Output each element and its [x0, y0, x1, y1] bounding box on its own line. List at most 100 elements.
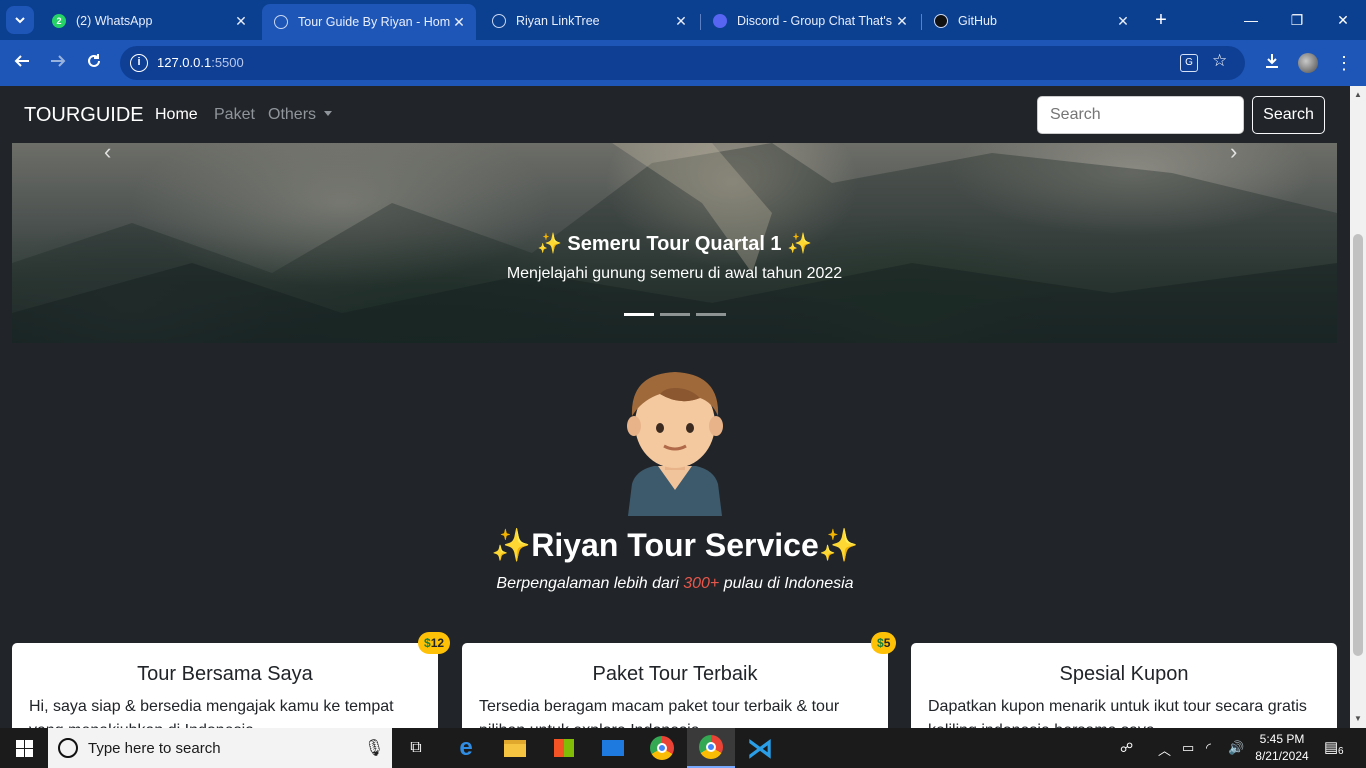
chrome-profile-icon — [699, 735, 723, 759]
subtitle-text: Berpengalaman lebih dari — [496, 575, 684, 592]
tab-search-dropdown-button[interactable] — [6, 6, 34, 34]
scroll-down-arrow-icon[interactable]: ▼ — [1353, 714, 1363, 723]
address-bar[interactable]: i 127.0.0.1:5500 G ☆ — [120, 46, 1245, 80]
translate-icon[interactable]: G — [1180, 54, 1198, 72]
restore-button[interactable]: ❐ — [1282, 8, 1312, 32]
nav-link-home[interactable]: Home — [155, 106, 198, 124]
carousel-caption-title: ✨ Semeru Tour Quartal 1 ✨ — [536, 233, 813, 255]
battery-icon[interactable]: ▭ — [1182, 740, 1194, 756]
arrow-right-icon — [51, 55, 66, 67]
nav-dropdown-label: Others — [268, 106, 317, 123]
wifi-icon[interactable]: ◜ — [1206, 740, 1211, 756]
taskbar-search-box[interactable]: Type here to search 🎙 — [48, 728, 392, 768]
close-window-button[interactable]: ✕ — [1328, 8, 1358, 32]
carousel-next-icon[interactable]: › — [1230, 143, 1237, 165]
taskbar-vscode[interactable]: ⋊ — [736, 728, 784, 768]
clock-date: 8/21/2024 — [1255, 749, 1309, 763]
more-vertical-icon: ⋮ — [1335, 53, 1353, 73]
new-tab-button[interactable]: + — [1150, 8, 1172, 32]
close-tab-icon[interactable]: ✕ — [893, 13, 911, 30]
arrow-left-icon — [14, 55, 29, 67]
carousel-indicator-2[interactable] — [660, 313, 690, 316]
mail-icon — [602, 740, 624, 756]
card-spesial-kupon[interactable]: Spesial Kupon Dapatkan kupon menarik unt… — [911, 643, 1337, 728]
chrome-icon — [650, 736, 674, 760]
tab-linktree[interactable]: Riyan LinkTree ✕ — [480, 6, 698, 36]
url-text[interactable]: 127.0.0.1:5500 — [157, 55, 244, 70]
microphone-icon[interactable]: 🎙 — [364, 738, 384, 758]
browser-tab-bar: 2 (2) WhatsApp ✕ Tour Guide By Riyan - H… — [0, 0, 1366, 40]
scroll-up-arrow-icon[interactable]: ▲ — [1353, 90, 1363, 99]
github-icon — [934, 14, 948, 28]
tab-discord[interactable]: Discord - Group Chat That's ✕ — [701, 6, 919, 36]
volume-icon[interactable]: 🔊 — [1228, 740, 1244, 756]
card-paket-tour[interactable]: $5 Paket Tour Terbaik Tersedia beragam m… — [462, 632, 897, 728]
carousel-prev-icon[interactable]: ‹ — [104, 143, 111, 165]
back-button[interactable] — [10, 51, 34, 75]
downloads-button[interactable] — [1260, 51, 1284, 75]
search-button[interactable]: Search — [1252, 96, 1325, 134]
taskbar-chrome-profile[interactable] — [687, 728, 735, 768]
scrollbar-thumb[interactable] — [1353, 234, 1363, 656]
tab-title: (2) WhatsApp — [76, 14, 153, 28]
nav-dropdown-others[interactable]: Others — [268, 106, 333, 124]
show-hidden-icons-icon[interactable]: ︿ — [1158, 740, 1171, 759]
reload-button[interactable] — [82, 51, 106, 75]
caret-down-icon — [324, 111, 333, 116]
taskbar-file-explorer[interactable] — [491, 728, 539, 768]
card-badge: $5 — [871, 632, 897, 654]
taskbar-chrome[interactable] — [638, 728, 686, 768]
notification-center-button[interactable]: ▤ 6 — [1324, 738, 1346, 758]
forward-button[interactable] — [46, 51, 70, 75]
edge-icon: e — [459, 734, 473, 761]
dollar-icon: $ — [424, 636, 431, 650]
carousel-indicator-3[interactable] — [696, 313, 726, 316]
people-icon[interactable]: ☍ — [1120, 740, 1133, 756]
taskbar-store[interactable] — [540, 728, 588, 768]
tab-github[interactable]: GitHub ✕ — [922, 6, 1140, 36]
close-tab-icon[interactable]: ✕ — [672, 13, 690, 30]
search-input[interactable] — [1037, 96, 1244, 134]
close-tab-icon[interactable]: ✕ — [232, 13, 250, 30]
card-text: Tersedia beragam macam paket tour terbai… — [479, 698, 840, 728]
taskbar-search-placeholder: Type here to search — [88, 740, 221, 757]
tour-guide-avatar — [627, 372, 723, 516]
taskbar-mail[interactable] — [589, 728, 637, 768]
chevron-down-icon — [15, 16, 25, 23]
avatar-icon — [1298, 53, 1318, 73]
browser-menu-button[interactable]: ⋮ — [1332, 51, 1356, 75]
windows-logo-icon — [15, 739, 33, 757]
browser-toolbar: i 127.0.0.1:5500 G ☆ ⋮ — [0, 40, 1366, 86]
site-navbar: TOURGUIDE Home Paket Others Search — [0, 86, 1350, 143]
navbar-brand[interactable]: TOURGUIDE — [24, 104, 144, 127]
task-view-icon: ⧉ — [410, 739, 422, 756]
subtitle-highlight: 300+ — [683, 575, 720, 592]
tab-title: Riyan LinkTree — [516, 14, 600, 28]
page-scrollbar[interactable]: ▲ ▼ — [1350, 86, 1366, 728]
vscode-icon: ⋊ — [747, 732, 773, 763]
bookmark-star-icon[interactable]: ☆ — [1212, 51, 1227, 71]
minimize-button[interactable]: — — [1236, 8, 1266, 32]
card-title: Tour Bersama Saya — [137, 663, 313, 685]
close-tab-icon[interactable]: ✕ — [450, 14, 468, 31]
hero-subtitle: Berpengalaman lebih dari 300+ pulau di I… — [0, 575, 1350, 593]
tab-tour-guide[interactable]: Tour Guide By Riyan - Home ✕ — [262, 4, 476, 40]
taskbar-edge[interactable]: e — [442, 728, 490, 768]
start-button[interactable] — [0, 728, 48, 768]
profile-avatar[interactable] — [1296, 51, 1320, 75]
site-info-icon[interactable]: i — [130, 54, 148, 72]
cortana-icon — [58, 738, 78, 758]
subtitle-text: pulau di Indonesia — [719, 575, 854, 592]
card-tour-bersama[interactable]: $12 Tour Bersama Saya Hi, saya siap & be… — [12, 632, 451, 728]
globe-icon — [274, 15, 288, 29]
tab-title: GitHub — [958, 14, 997, 28]
nav-link-paket[interactable]: Paket — [214, 106, 255, 124]
carousel-indicator-1[interactable] — [624, 313, 654, 316]
hero-title: ✨Riyan Tour Service✨ — [491, 527, 859, 563]
tab-whatsapp[interactable]: 2 (2) WhatsApp ✕ — [40, 6, 258, 36]
windows-taskbar: Type here to search 🎙 ⧉ e ⋊ ☍ ︿ ▭ ◜ 🔊 5:… — [0, 728, 1366, 768]
reload-icon — [88, 54, 100, 67]
task-view-button[interactable]: ⧉ — [392, 728, 440, 768]
close-tab-icon[interactable]: ✕ — [1114, 13, 1132, 30]
taskbar-clock[interactable]: 5:45 PM 8/21/2024 — [1248, 731, 1316, 765]
